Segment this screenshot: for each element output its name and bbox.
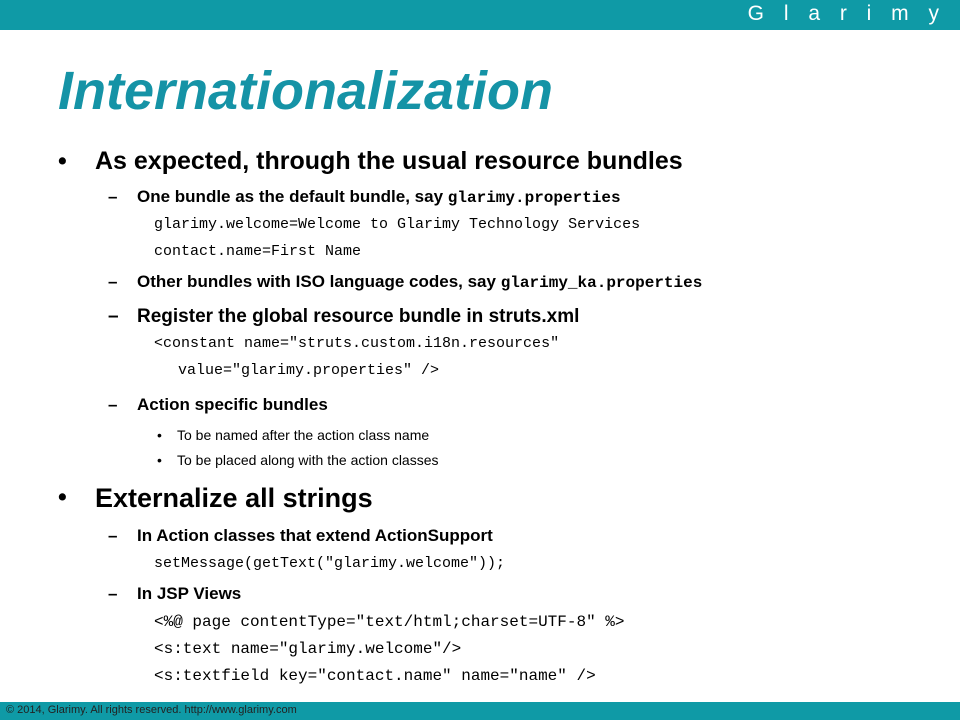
sub-text: In JSP Views [137, 584, 242, 603]
code-line: setMessage(getText("glarimy.welcome")); [154, 555, 506, 572]
footer-bar: © 2014, Glarimy. All rights reserved. ht… [0, 702, 960, 720]
sub-action-bundles: – Action specific bundles [108, 395, 328, 415]
bullet-text: As expected, through the usual resource … [95, 147, 683, 175]
bullet-marker: • [58, 147, 67, 175]
sub-action-classes: – In Action classes that extend ActionSu… [108, 526, 493, 546]
item-text: To be named after the action class name [177, 427, 430, 443]
code-line: <s:text name="glarimy.welcome"/> [154, 640, 462, 658]
bullet-externalize-strings: • Externalize all strings [58, 483, 373, 514]
copyright-text: © 2014, Glarimy. All rights reserved. ht… [6, 704, 297, 716]
bullet-resource-bundles: • As expected, through the usual resourc… [58, 147, 683, 176]
dash-marker: – [108, 272, 118, 291]
inline-code: glarimy.properties [447, 189, 621, 207]
dash-marker: – [108, 395, 118, 414]
sub-text: Register the global resource bundle in s… [137, 306, 580, 327]
sub-jsp-views: – In JSP Views [108, 584, 242, 604]
sub-text: Other bundles with ISO language codes, s… [137, 272, 501, 291]
inline-code: glarimy_ka.properties [500, 274, 703, 292]
sub-iso-bundles: – Other bundles with ISO language codes,… [108, 272, 703, 292]
code-line: contact.name=First Name [154, 243, 362, 260]
sub-default-bundle: – One bundle as the default bundle, say … [108, 187, 621, 207]
sub-text: In Action classes that extend ActionSupp… [137, 526, 493, 545]
item-text: To be placed along with the action class… [177, 452, 439, 468]
bullet-text: Externalize all strings [95, 483, 373, 513]
code-line: <%@ page contentType="text/html;charset=… [154, 613, 625, 631]
code-line: glarimy.welcome=Welcome to Glarimy Techn… [154, 216, 641, 233]
sub-text: Action specific bundles [137, 395, 328, 414]
dash-marker: – [108, 306, 119, 327]
dash-marker: – [108, 187, 118, 206]
bullet-marker: • [157, 427, 162, 443]
code-line: <s:textfield key="contact.name" name="na… [154, 667, 596, 685]
bullet-marker: • [157, 452, 162, 468]
dash-marker: – [108, 526, 118, 545]
bullet-marker: • [58, 483, 67, 511]
slide-title: Internationalization [58, 61, 554, 121]
sub-bullet-item: • To be named after the action class nam… [157, 427, 430, 443]
dash-marker: – [108, 584, 118, 603]
sub-bullet-item: • To be placed along with the action cla… [157, 452, 439, 468]
top-bar: G l a r i m y [0, 0, 960, 30]
sub-register-bundle: – Register the global resource bundle in… [108, 306, 580, 328]
brand-wordmark: G l a r i m y [747, 2, 946, 25]
code-line: value="glarimy.properties" /> [178, 362, 440, 379]
sub-text: One bundle as the default bundle, say [137, 187, 448, 206]
code-line: <constant name="struts.custom.i18n.resou… [154, 335, 560, 352]
